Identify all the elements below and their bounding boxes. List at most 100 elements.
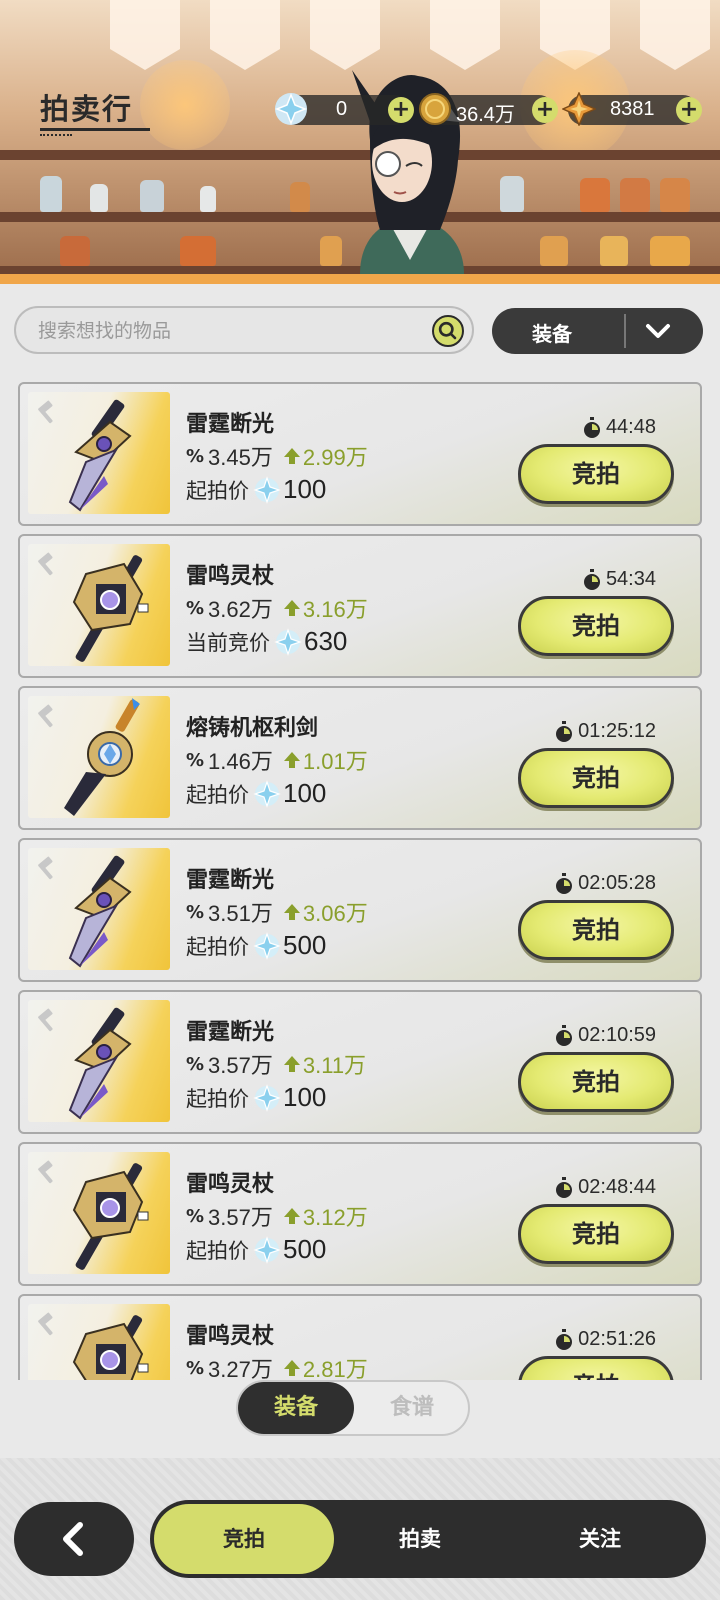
auction-list[interactable]: 雷霆断光% 3.45万 2.99万 起拍价 100 44:48 竞拍 雷鸣灵杖% 3.62万 3.…: [18, 382, 704, 1380]
auction-card[interactable]: 雷霆断光% 3.45万 2.99万 起拍价 100 44:48 竞拍: [18, 382, 702, 526]
item-price: 起拍价 500: [186, 930, 326, 961]
attack-stat-icon: %: [186, 597, 205, 619]
stopwatch-icon: [556, 1024, 573, 1046]
nav-tab-bid[interactable]: 竞拍: [154, 1504, 334, 1574]
price-label: 起拍价: [186, 1086, 249, 1111]
item-stats: % 3.57万 3.12万: [186, 1200, 368, 1232]
bid-button[interactable]: 竞拍: [518, 1356, 674, 1380]
search-bar: [14, 306, 474, 354]
bid-button[interactable]: 竞拍: [518, 596, 674, 656]
add-crystal-button[interactable]: +: [388, 97, 414, 123]
bid-button[interactable]: 竞拍: [518, 1052, 674, 1112]
item-name: 雷霆断光: [186, 868, 275, 893]
upgrade-arrow-icon: [283, 904, 300, 920]
item-upgrade-value: 1.01万: [302, 749, 368, 774]
item-stats: % 3.62万 3.16万: [186, 592, 368, 624]
stopwatch-icon: [556, 1328, 573, 1350]
back-arrow-icon: [63, 1522, 83, 1556]
jar: [580, 178, 610, 212]
attack-stat-icon: %: [186, 1357, 205, 1379]
title-underline: [40, 128, 150, 131]
attack-stat-icon: %: [186, 901, 205, 923]
item-upgrade-value: 2.81万: [302, 1357, 368, 1380]
search-icon[interactable]: [432, 315, 464, 347]
nav-tab-auction[interactable]: 拍卖: [340, 1504, 500, 1574]
dropdown-divider: [624, 314, 626, 348]
price-value: 100: [283, 474, 327, 504]
auction-card[interactable]: 雷鸣灵杖% 3.57万 3.12万 起拍价 500 02:48:44 竞拍: [18, 1142, 702, 1286]
item-price: 起拍价 100: [186, 778, 326, 809]
jar: [90, 184, 108, 212]
item-name: 雷鸣灵杖: [186, 564, 275, 589]
coin-icon: [419, 93, 451, 125]
timer-value: 54:34: [605, 568, 656, 590]
item-thumbnail[interactable]: [28, 848, 170, 970]
item-thumbnail[interactable]: [28, 1304, 170, 1380]
timer-value: 02:51:26: [578, 1328, 656, 1350]
item-thumbnail[interactable]: [28, 544, 170, 666]
search-input[interactable]: [38, 318, 398, 344]
upgrade-arrow-icon: [283, 752, 300, 768]
auction-card[interactable]: 雷鸣灵杖% 3.62万 3.16万 当前竞价 630 54:34 竞拍: [18, 534, 702, 678]
item-timer: 54:34: [582, 568, 656, 591]
auction-card[interactable]: 雷霆断光% 3.57万 3.11万 起拍价 100 02:10:59 竞拍: [18, 990, 702, 1134]
title-dots: [40, 134, 72, 136]
item-thumbnail[interactable]: [28, 1152, 170, 1274]
hanging-banner: [430, 0, 500, 70]
category-segment: 装备 食谱: [236, 1380, 470, 1436]
auction-card[interactable]: 雷霆断光% 3.51万 3.06万 起拍价 500 02:05:28 竞拍: [18, 838, 702, 982]
page-title: 拍卖行: [40, 92, 134, 126]
item-stat-value: 3.57万: [208, 1205, 273, 1230]
back-button[interactable]: [14, 1502, 134, 1576]
item-name: 雷霆断光: [186, 1020, 275, 1045]
pot: [180, 236, 216, 266]
item-stats: % 3.51万 3.06万: [186, 896, 368, 928]
category-dropdown[interactable]: 装备: [492, 308, 703, 354]
attack-stat-icon: %: [186, 1205, 205, 1227]
hanging-banner: [110, 0, 180, 70]
segment-recipes[interactable]: 食谱: [356, 1382, 468, 1434]
jar: [200, 186, 216, 212]
add-star-shard-button[interactable]: +: [676, 97, 702, 123]
hanging-banner: [210, 0, 280, 70]
header-banner: [0, 0, 720, 284]
crystal-icon: [253, 779, 281, 808]
item-thumbnail[interactable]: [28, 696, 170, 818]
hanging-banner: [640, 0, 710, 70]
jar: [40, 176, 62, 212]
currency-coin: 36.4万 +: [419, 93, 558, 126]
auction-card[interactable]: 熔铸机枢利剑 % 1.46万 1.01万 起拍价 100 01:25:12 竞拍: [18, 686, 702, 830]
bid-button[interactable]: 竞拍: [518, 900, 674, 960]
item-stat-value: 3.51万: [208, 901, 273, 926]
auction-card[interactable]: 雷鸣灵杖%3.27万2.81万起拍价02:51:26竞拍: [18, 1294, 702, 1380]
jar: [290, 182, 310, 212]
item-upgrade-value: 3.12万: [302, 1205, 368, 1230]
bid-button[interactable]: 竞拍: [518, 444, 674, 504]
currency-star-shard: 8381 +: [562, 92, 702, 126]
item-thumbnail[interactable]: [28, 1000, 170, 1122]
jar: [600, 236, 628, 266]
timer-value: 01:25:12: [578, 720, 656, 742]
timer-value: 02:05:28: [578, 872, 656, 894]
price-label: 起拍价: [186, 934, 249, 959]
bid-button[interactable]: 竞拍: [518, 748, 674, 808]
add-coin-button[interactable]: +: [532, 97, 558, 123]
item-stat-value: 3.45万: [208, 445, 273, 470]
price-value: 630: [304, 626, 348, 656]
upgrade-arrow-icon: [283, 600, 300, 616]
timer-value: 44:48: [605, 416, 656, 438]
item-timer: 02:05:28: [554, 872, 656, 895]
item-thumbnail[interactable]: [28, 392, 170, 514]
item-stats: % 1.46万 1.01万: [186, 744, 368, 776]
bid-button[interactable]: 竞拍: [518, 1204, 674, 1264]
jar: [660, 178, 690, 212]
item-name: 熔铸机枢利剑: [186, 716, 319, 741]
item-upgrade-value: 3.06万: [302, 901, 368, 926]
item-timer: 02:51:26: [554, 1328, 656, 1351]
item-name: 雷霆断光: [186, 412, 275, 437]
jar: [320, 236, 342, 266]
item-timer: 01:25:12: [554, 720, 656, 743]
segment-equipment[interactable]: 装备: [238, 1382, 354, 1434]
currency-crystal: 0 +: [274, 92, 414, 126]
nav-tab-watch[interactable]: 关注: [520, 1504, 680, 1574]
